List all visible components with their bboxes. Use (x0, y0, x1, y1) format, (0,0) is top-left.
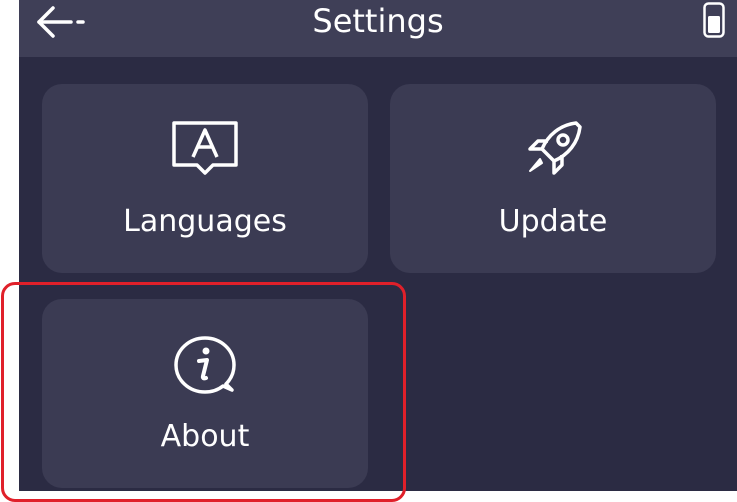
page-title: Settings (312, 2, 444, 40)
update-tile[interactable]: Update (390, 84, 716, 273)
languages-label: Languages (123, 204, 287, 239)
settings-screen: Settings Languages Update About (19, 0, 737, 491)
battery-icon (703, 2, 725, 38)
header-bar: Settings (19, 0, 737, 57)
languages-tile[interactable]: Languages (42, 84, 368, 273)
rocket-icon (518, 119, 588, 183)
about-label: About (160, 419, 250, 454)
about-tile[interactable]: About (42, 299, 368, 488)
update-label: Update (498, 204, 608, 239)
info-icon (170, 334, 240, 398)
language-icon (170, 119, 240, 183)
